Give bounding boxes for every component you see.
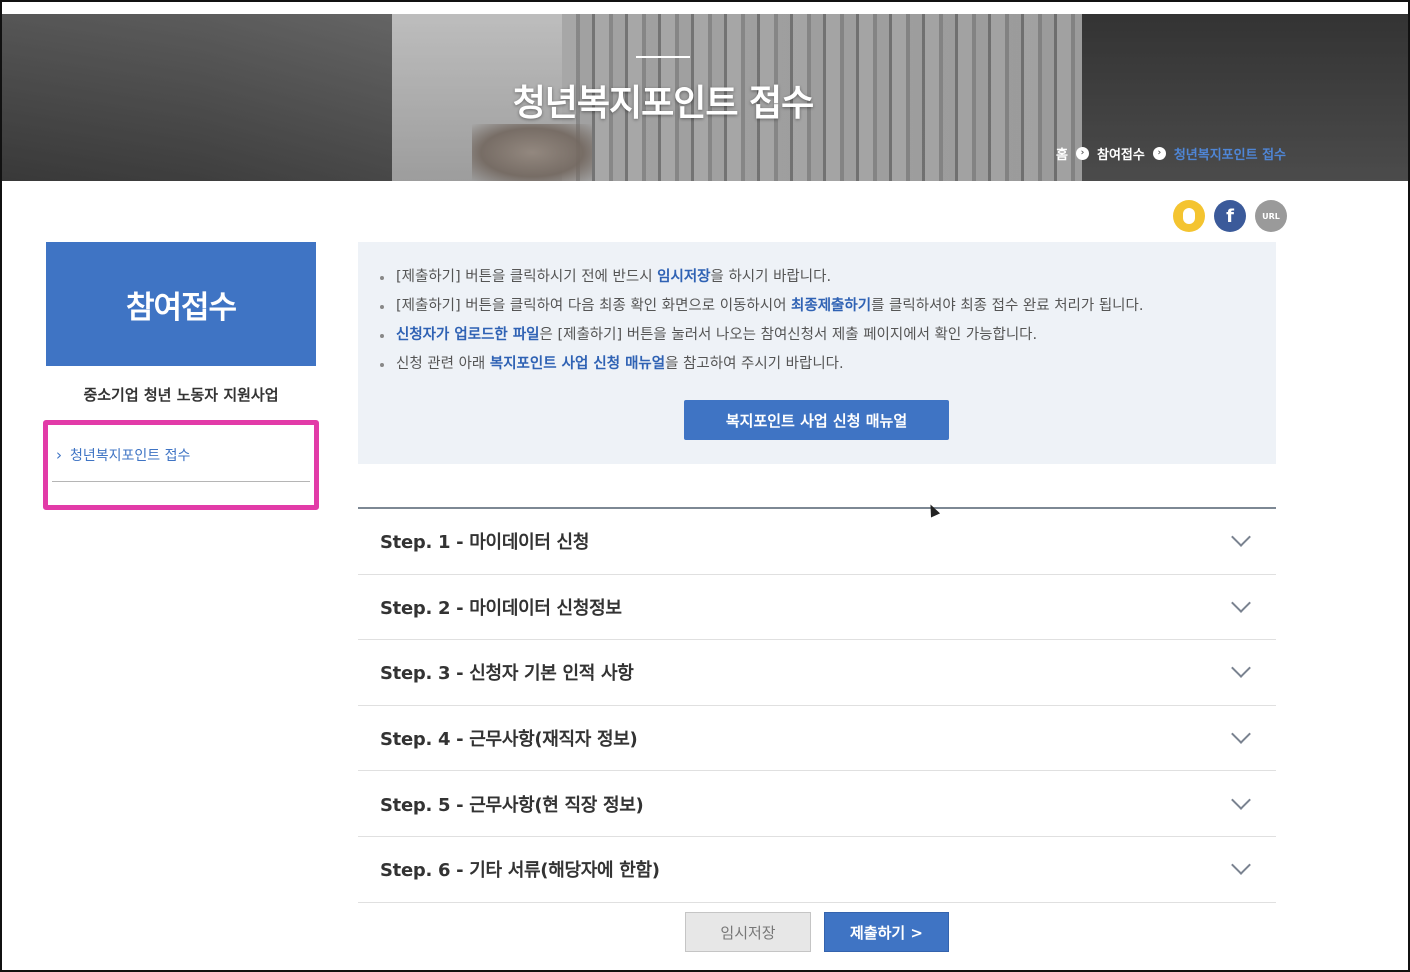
notice-box: [제출하기] 버튼을 클릭하시기 전에 반드시 임시저장을 하시기 바랍니다. …	[358, 242, 1276, 464]
breadcrumb-home[interactable]: 홈	[1056, 144, 1068, 163]
step-label: Step. 1 - 마이데이터 신청	[380, 532, 590, 554]
chevron-right-icon: ›	[1152, 147, 1166, 160]
sidebar-item-label: 청년복지포인트 접수	[70, 447, 191, 464]
notice-item: 신청자가 업로드한 파일은 [제출하기] 버튼을 눌러서 나오는 참여신청서 제…	[380, 324, 1143, 353]
chevron-down-icon[interactable]	[1231, 527, 1251, 548]
step-6-header[interactable]: Step. 6 - 기타 서류(해당자에 한함)	[358, 837, 1276, 903]
sidebar-item-youth-welfare-point[interactable]: › 청년복지포인트 접수	[52, 428, 310, 482]
temp-save-button[interactable]: 임시저장	[685, 912, 811, 952]
notice-item: 신청 관련 아래 복지포인트 사업 신청 매뉴얼을 참고하여 주시기 바랍니다.	[380, 353, 1143, 382]
sidebar-subtitle: 중소기업 청년 노동자 지원사업	[83, 386, 279, 404]
step-label: Step. 5 - 근무사항(현 직장 정보)	[380, 794, 644, 816]
chevron-down-icon[interactable]	[1231, 724, 1251, 744]
chevron-down-icon[interactable]	[1231, 658, 1251, 679]
step-label: Step. 4 - 근무사항(재직자 정보)	[380, 729, 638, 751]
facebook-icon[interactable]: f	[1214, 200, 1246, 232]
page-title: 청년복지포인트 접수	[512, 83, 815, 124]
chevron-right-icon: ›	[56, 445, 62, 464]
notice-item: [제출하기] 버튼을 클릭하여 다음 최종 확인 화면으로 이동하시어 최종제출…	[380, 295, 1143, 324]
chevron-down-icon[interactable]	[1231, 789, 1251, 810]
title-divider	[636, 56, 690, 58]
step-label: Step. 3 - 신청자 기본 인적 사항	[380, 663, 634, 685]
chevron-right-icon: ›	[1075, 147, 1089, 160]
manual-button[interactable]: 복지포인트 사업 신청 매뉴얼	[684, 400, 949, 440]
step-5-header[interactable]: Step. 5 - 근무사항(현 직장 정보)	[358, 771, 1276, 837]
chevron-down-icon[interactable]	[1231, 592, 1251, 613]
notice-item: [제출하기] 버튼을 클릭하시기 전에 반드시 임시저장을 하시기 바랍니다.	[380, 266, 1143, 295]
hero-banner: 청년복지포인트 접수 홈 › 참여접수 › 청년복지포인트 접수	[2, 14, 1408, 181]
url-icon[interactable]: URL	[1255, 200, 1287, 232]
steps-accordion: Step. 1 - 마이데이터 신청 Step. 2 - 마이데이터 신청정보 …	[358, 507, 1276, 903]
breadcrumb: 홈 › 참여접수 › 청년복지포인트 접수	[1056, 144, 1286, 163]
step-label: Step. 6 - 기타 서류(해당자에 한함)	[380, 860, 660, 882]
submit-button[interactable]: 제출하기 >	[824, 912, 949, 952]
step-2-header[interactable]: Step. 2 - 마이데이터 신청정보	[358, 575, 1276, 641]
step-1-header[interactable]: Step. 1 - 마이데이터 신청	[358, 509, 1276, 575]
step-4-header[interactable]: Step. 4 - 근무사항(재직자 정보)	[358, 706, 1276, 772]
breadcrumb-level1[interactable]: 참여접수	[1097, 144, 1145, 163]
notice-list: [제출하기] 버튼을 클릭하시기 전에 반드시 임시저장을 하시기 바랍니다. …	[380, 266, 1143, 382]
step-3-header[interactable]: Step. 3 - 신청자 기본 인적 사항	[358, 640, 1276, 706]
step-label: Step. 2 - 마이데이터 신청정보	[380, 597, 622, 619]
breadcrumb-current[interactable]: 청년복지포인트 접수	[1174, 144, 1286, 163]
kakao-icon[interactable]	[1173, 200, 1205, 232]
chevron-down-icon[interactable]	[1231, 855, 1251, 876]
share-icons: f URL	[1173, 200, 1287, 232]
sidebar-title: 참여접수	[46, 242, 316, 366]
